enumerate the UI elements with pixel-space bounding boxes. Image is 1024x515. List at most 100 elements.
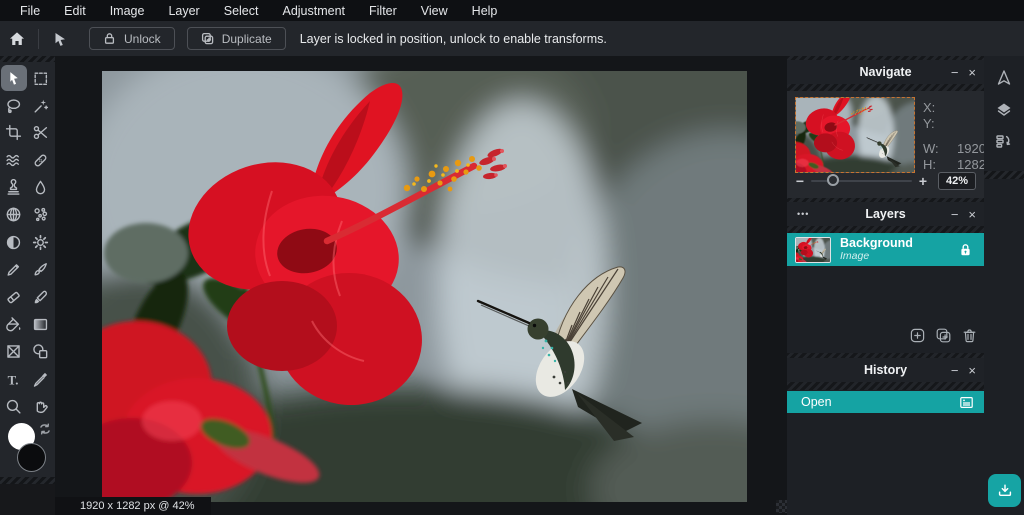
history-panel-body: Open	[787, 390, 984, 515]
layer-row-background[interactable]: Background Image	[787, 233, 984, 266]
history-close-icon[interactable]: ×	[968, 364, 976, 377]
tool-grid: T.	[0, 65, 55, 421]
layer-locked-message: Layer is locked in position, unlock to e…	[300, 32, 607, 46]
history-entry-image-icon	[959, 395, 974, 410]
navigate-info: X: Y: W:1920 H:1282	[923, 99, 986, 172]
layers-minimize-icon[interactable]: −	[951, 208, 959, 221]
lasso-tool-icon[interactable]	[1, 92, 27, 118]
fill-bucket-tool-icon[interactable]	[1, 312, 27, 338]
zoom-slider[interactable]	[811, 180, 912, 182]
save-download-button[interactable]	[988, 474, 1021, 507]
layer-buttons	[909, 327, 978, 349]
history-entry-open[interactable]: Open	[787, 391, 984, 413]
toolbar-divider	[38, 29, 39, 49]
navigate-close-icon[interactable]: ×	[968, 66, 976, 79]
color-picker-tool-icon[interactable]	[28, 366, 54, 392]
arrange-tool-icon[interactable]	[1, 65, 27, 91]
canvas-area[interactable]: 1920 x 1282 px @ 42%	[55, 56, 788, 515]
zoom-slider-knob[interactable]	[827, 174, 839, 186]
layers-close-icon[interactable]: ×	[968, 208, 976, 221]
liquify-tool-icon[interactable]	[1, 147, 27, 173]
palette-bottom-hatch	[0, 477, 55, 484]
zoom-in-icon[interactable]: +	[912, 173, 934, 189]
home-icon[interactable]	[0, 30, 34, 48]
w-value: 1920	[957, 141, 986, 156]
zoom-out-icon[interactable]: −	[789, 173, 811, 189]
menu-edit[interactable]: Edit	[52, 4, 98, 18]
move-cursor-icon	[43, 30, 77, 48]
x-label: X:	[923, 100, 945, 115]
background-color-swatch[interactable]	[17, 443, 46, 472]
heal-tool-icon[interactable]	[28, 147, 54, 173]
layers-panel-toggle-icon[interactable]	[994, 100, 1014, 120]
draw-brush-tool-icon[interactable]	[28, 257, 54, 283]
layers-menu-icon[interactable]: •••	[797, 202, 809, 226]
detail-gear-tool-icon[interactable]	[28, 229, 54, 255]
layers-panel-header: ••• Layers − ×	[787, 202, 984, 226]
disperse-tool-icon[interactable]	[1, 202, 27, 228]
history-entry-label: Open	[801, 395, 959, 409]
zoom-tool-icon[interactable]	[1, 394, 27, 420]
text-tool-icon[interactable]: T.	[1, 366, 27, 392]
menu-help[interactable]: Help	[460, 4, 510, 18]
focus-blur-tool-icon[interactable]	[28, 175, 54, 201]
y-label: Y:	[923, 116, 945, 131]
panel-toggle-strip	[984, 55, 1024, 515]
menu-adjustment[interactable]: Adjustment	[270, 4, 357, 18]
w-label: W:	[923, 141, 945, 156]
layers-panel-body: Background Image	[787, 233, 984, 353]
scrollbar-corner	[776, 500, 787, 513]
svg-text:T.: T.	[8, 373, 19, 387]
palette-end	[0, 484, 55, 515]
photo-layer[interactable]	[102, 71, 747, 502]
delete-layer-button[interactable]	[961, 327, 978, 349]
pencil-tool-icon[interactable]	[1, 257, 27, 283]
history-panel-header: History − ×	[787, 358, 984, 382]
magic-wand-tool-icon[interactable]	[28, 92, 54, 118]
navigate-panel-body: X: Y: W:1920 H:1282 − + 42%	[787, 91, 984, 198]
duplicate-button[interactable]: Duplicate	[187, 27, 286, 50]
layer-thumbnail	[795, 237, 831, 263]
canvas-dimensions: 1920 x 1282 px @ 42%	[80, 500, 195, 512]
shape-tool-icon[interactable]	[28, 339, 54, 365]
menu-image[interactable]: Image	[98, 4, 157, 18]
add-layer-button[interactable]	[909, 327, 926, 349]
zoom-slider-row: − + 42%	[787, 168, 984, 194]
layer-lock-icon[interactable]	[959, 243, 972, 257]
menu-bar: File Edit Image Layer Select Adjustment …	[0, 0, 1024, 21]
navigate-panel-toggle-icon[interactable]	[994, 68, 1014, 88]
navigate-thumbnail[interactable]	[795, 97, 915, 173]
dodge-burn-tool-icon[interactable]	[1, 229, 27, 255]
zoom-percentage-field[interactable]: 42%	[938, 172, 976, 190]
eraser-tool-icon[interactable]	[1, 284, 27, 310]
canvas-status-bar: 1920 x 1282 px @ 42%	[55, 497, 211, 515]
menu-file[interactable]: File	[8, 4, 52, 18]
unlock-label: Unlock	[124, 32, 161, 46]
tool-palette: T.	[0, 56, 55, 515]
strip-divider-hatch	[984, 171, 1024, 179]
marquee-select-tool-icon[interactable]	[28, 65, 54, 91]
frame-tool-icon[interactable]	[1, 339, 27, 365]
crop-tool-icon[interactable]	[1, 120, 27, 146]
gradient-tool-icon[interactable]	[28, 312, 54, 338]
cutout-scissors-tool-icon[interactable]	[28, 120, 54, 146]
sponge-color-tool-icon[interactable]	[28, 202, 54, 228]
panel-column: Navigate − × X: Y: W:1920 H:1282 − +	[787, 55, 984, 515]
history-minimize-icon[interactable]: −	[951, 364, 959, 377]
context-toolbar: Unlock Duplicate Layer is locked in posi…	[0, 21, 1024, 56]
history-panel-toggle-icon[interactable]	[994, 132, 1014, 152]
palette-top-hatch	[0, 56, 55, 62]
menu-layer[interactable]: Layer	[156, 4, 211, 18]
navigate-panel-header: Navigate − ×	[787, 60, 984, 84]
clone-stamp-tool-icon[interactable]	[1, 175, 27, 201]
menu-filter[interactable]: Filter	[357, 4, 409, 18]
hand-tool-icon[interactable]	[28, 394, 54, 420]
menu-view[interactable]: View	[409, 4, 460, 18]
unlock-button[interactable]: Unlock	[89, 27, 175, 50]
duplicate-label: Duplicate	[222, 32, 272, 46]
swap-colors-icon[interactable]	[38, 422, 52, 441]
smudge-tool-icon[interactable]	[28, 284, 54, 310]
duplicate-layer-button[interactable]	[935, 327, 952, 349]
menu-select[interactable]: Select	[212, 4, 271, 18]
navigate-minimize-icon[interactable]: −	[951, 66, 959, 79]
